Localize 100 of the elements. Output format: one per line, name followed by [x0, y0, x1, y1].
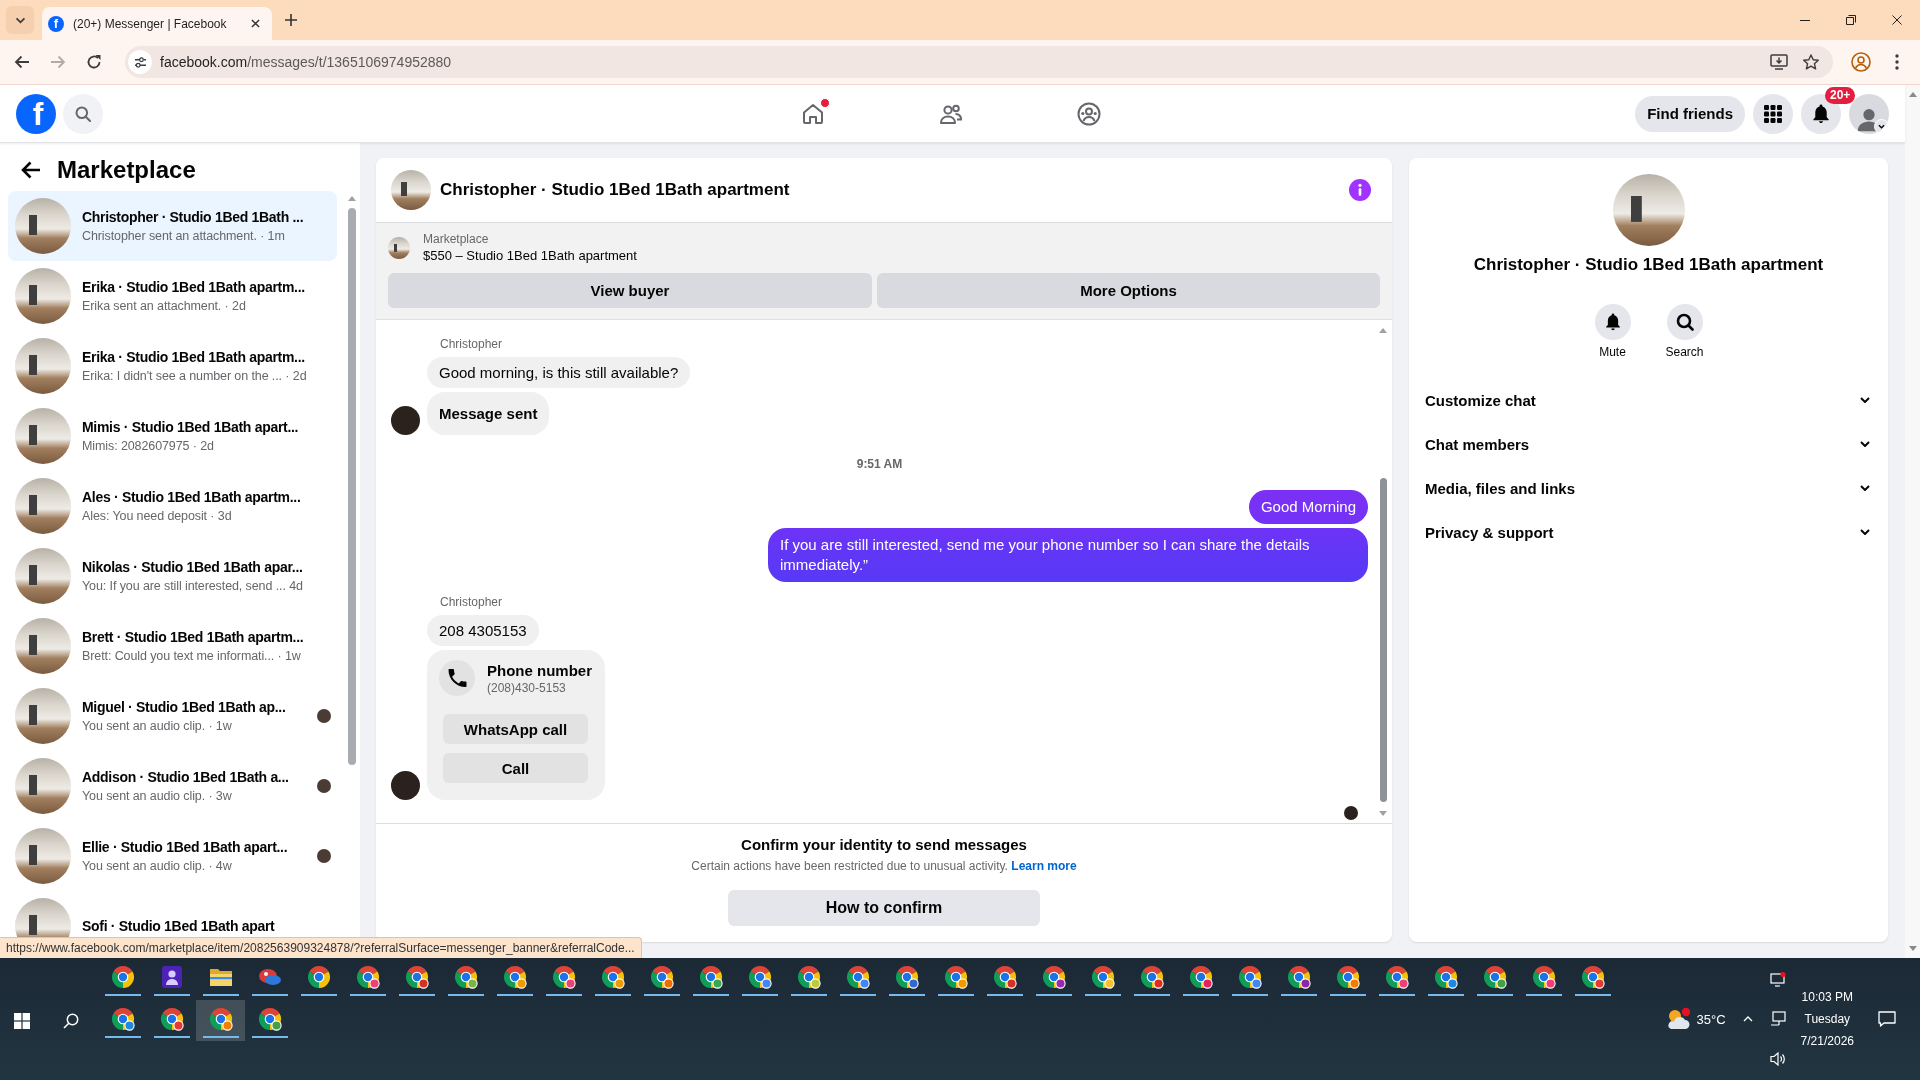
search-button[interactable] [1666, 304, 1703, 340]
scroll-down-icon[interactable] [1379, 811, 1387, 816]
chevron-down-icon[interactable] [1874, 118, 1889, 134]
speaker-icon[interactable] [1769, 1051, 1786, 1067]
conversation-preview: Erika sent an attachment. · 2d [82, 298, 247, 314]
clock-time[interactable]: 10:03 PM [1801, 986, 1853, 1008]
confirm-button[interactable]: How to confirm [728, 890, 1040, 926]
mute-button[interactable] [1594, 304, 1631, 340]
restore-icon[interactable] [1846, 15, 1856, 25]
sender-name: Christopher [440, 595, 503, 609]
message-bubble: If you are still interested, send me your phone number so I can share the details immediately.” [768, 528, 1368, 582]
listing-title: $550 – Studio 1Bed 1Bath apartment [423, 247, 637, 265]
conversation-item[interactable]: Erika · Studio 1Bed 1Bath apartm... Erika: I didn't see a number on the ... · 2d [8, 331, 337, 401]
home-icon[interactable] [801, 101, 825, 126]
listing-photo [15, 758, 71, 814]
conversation-item[interactable]: Ellie · Studio 1Bed 1Bath apart... You sent an audio clip. · 4w [8, 821, 337, 891]
reload-icon[interactable] [86, 54, 102, 70]
call-option-button[interactable]: Call [443, 753, 588, 783]
call-option-button[interactable]: WhatsApp call [443, 714, 588, 744]
conversation-title: Christopher · Studio 1Bed 1Bath ... [82, 208, 305, 226]
chat-title: Christopher · Studio 1Bed 1Bath apartment [440, 180, 790, 200]
conversation-item[interactable]: Nikolas · Studio 1Bed 1Bath apar... You: If you are still interested, send ... 4d [8, 541, 337, 611]
conversation-item[interactable]: Ales · Studio 1Bed 1Bath apartm... Ales: You need deposit · 3d [8, 471, 337, 541]
address-bar[interactable]: facebook.com/messages/t/1365106974952880 [125, 46, 1833, 78]
browser-tab[interactable]: f (20+) Messenger | Facebook [42, 7, 272, 40]
grid-icon [1764, 104, 1782, 123]
back-arrow-icon[interactable] [14, 54, 30, 70]
section-toggle[interactable]: Chat members [1409, 422, 1888, 466]
search-icon [75, 105, 91, 122]
listing-photo [15, 198, 71, 254]
notice-title: Confirm your identity to send messages [741, 835, 1027, 854]
details-title: Christopher · Studio 1Bed 1Bath apartment [1473, 254, 1824, 276]
menu-dots-icon[interactable] [1895, 54, 1899, 70]
star-icon[interactable] [1803, 54, 1819, 70]
learn-more-link[interactable]: Learn more [1011, 859, 1077, 873]
contact-title: Phone number [487, 660, 592, 680]
back-arrow-icon[interactable] [21, 160, 41, 180]
scroll-up-icon[interactable] [1908, 92, 1917, 97]
tab-list-button[interactable] [6, 6, 34, 34]
banner-button[interactable]: View buyer [388, 273, 872, 308]
screen-icon[interactable] [1769, 971, 1786, 987]
conversation-preview: You sent an audio clip. · 3w [82, 788, 233, 804]
conversation-preview: Ales: You need deposit · 3d [82, 508, 233, 524]
conversation-item[interactable]: Mimis · Studio 1Bed 1Bath apart... Mimis: 2082607975 · 2d [8, 401, 337, 471]
conversation-preview: Brett: Could you text me informati... · 1w [82, 648, 302, 664]
conversation-preview: You: If you are still interested, send ... 4d [82, 578, 304, 594]
clock-date[interactable]: 7/21/2026 [1800, 1030, 1854, 1052]
sidebar-title: Marketplace [57, 156, 196, 184]
profile-icon[interactable] [1851, 52, 1871, 72]
conversation-item[interactable]: Christopher · Studio 1Bed 1Bath ... Christopher sent an attachment. · 1m [8, 191, 337, 261]
scrollbar-thumb[interactable] [348, 208, 356, 765]
conversation-item[interactable]: Addison · Studio 1Bed 1Bath a... You sent an audio clip. · 3w [8, 751, 337, 821]
close-icon[interactable] [251, 19, 260, 28]
taskbar-button[interactable] [196, 1000, 245, 1041]
menu-button[interactable] [1753, 93, 1793, 134]
conversation-preview: Erika: I didn't see a number on the ... · 2d [82, 368, 308, 384]
close-icon[interactable] [1892, 15, 1902, 25]
section-toggle[interactable]: Privacy & support [1409, 510, 1888, 554]
conversation-title: Ellie · Studio 1Bed 1Bath apart... [82, 838, 289, 856]
clock-day[interactable]: Tuesday [1804, 1008, 1851, 1030]
scrollbar-track[interactable] [1905, 85, 1920, 958]
conversation-item[interactable]: Brett · Studio 1Bed 1Bath apartm... Brett: Could you text me informati... · 1w [8, 611, 337, 681]
network-icon[interactable] [1769, 1011, 1786, 1027]
conversation-preview: Christopher sent an attachment. · 1m [82, 228, 286, 244]
start-icon[interactable] [14, 1012, 30, 1029]
listing-photo [15, 548, 71, 604]
search-icon[interactable] [63, 1012, 79, 1029]
info-icon[interactable] [1349, 179, 1371, 201]
conversation-preview: You sent an audio clip. · 4w [82, 858, 233, 874]
plus-icon[interactable] [285, 14, 297, 26]
conversation-title: Mimis · Studio 1Bed 1Bath apart... [82, 418, 300, 436]
minimize-icon[interactable] [1800, 19, 1810, 21]
install-icon[interactable] [1770, 54, 1788, 70]
section-toggle[interactable]: Customize chat [1409, 378, 1888, 422]
scroll-up-icon[interactable] [1379, 328, 1387, 333]
banner-button[interactable]: More Options [877, 273, 1380, 308]
listing-photo [15, 478, 71, 534]
site-logo[interactable]: f [16, 93, 56, 134]
conversation-item[interactable]: Miguel · Studio 1Bed 1Bath ap... You sent an audio clip. · 1w [8, 681, 337, 751]
url-text: facebook.com/messages/t/1365106974952880 [160, 54, 452, 70]
temperature: 35°C [1696, 1011, 1726, 1027]
conversation-title: Erika · Studio 1Bed 1Bath apartm... [82, 278, 306, 296]
speech-bubble-icon[interactable] [1878, 1011, 1896, 1027]
listing-photo [15, 268, 71, 324]
site-info-button[interactable] [128, 50, 152, 74]
section-toggle[interactable]: Media, files and links [1409, 466, 1888, 510]
listing-photo [15, 688, 71, 744]
people-circle-icon[interactable] [1077, 101, 1101, 126]
conversation-item[interactable]: Erika · Studio 1Bed 1Bath apartm... Erika sent an attachment. · 2d [8, 261, 337, 331]
account-button[interactable] [1849, 93, 1889, 134]
tab-favicon: f [48, 15, 64, 32]
phone-icon [439, 660, 475, 696]
scroll-down-icon[interactable] [1908, 946, 1917, 951]
listing-photo [388, 237, 410, 259]
scrollbar-thumb[interactable] [1379, 478, 1387, 802]
app-icon [159, 965, 184, 989]
message-bubble: 208 4305153 [427, 615, 539, 646]
chevron-up-icon[interactable] [1742, 1016, 1753, 1022]
scroll-up-icon[interactable] [348, 196, 356, 201]
find-friends-button[interactable]: Find friends [1635, 95, 1745, 132]
